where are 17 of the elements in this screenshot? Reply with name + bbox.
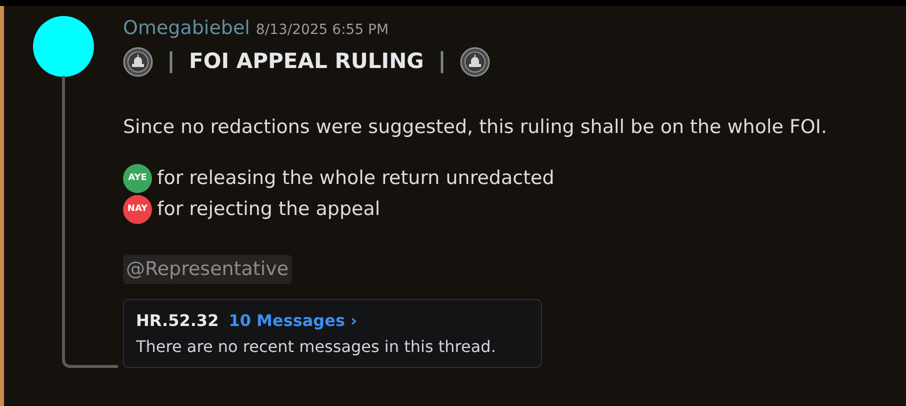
message-title: FOI APPEAL RULING bbox=[189, 48, 424, 75]
vote-emoji: AYE bbox=[123, 164, 152, 193]
thread-card[interactable]: HR.52.32 10 Messages › There are no recent messages in this thread. bbox=[123, 298, 542, 368]
message-count-link[interactable]: 10 Messages › bbox=[228, 310, 358, 330]
message-text: Since no redactions were suggested, this ruling shall be on the whole FOI. bbox=[123, 114, 828, 140]
vote-option-text: for rejecting the appeal bbox=[157, 197, 380, 222]
separator: | bbox=[438, 48, 446, 76]
vote-option-text: for releasing the whole return unredacted bbox=[157, 166, 554, 192]
seal-icon bbox=[123, 46, 153, 76]
vote-emoji: NAY bbox=[123, 195, 152, 224]
author-name[interactable]: Omegabiebel bbox=[123, 17, 250, 39]
timestamp: 8/13/2025 6:55 PM bbox=[256, 22, 389, 38]
seal-icon bbox=[460, 46, 490, 76]
separator: | bbox=[167, 48, 176, 76]
mention[interactable]: @Representative bbox=[123, 255, 292, 284]
thread-name: HR.52.32 bbox=[136, 310, 219, 330]
thread-preview-text: There are no recent messages in this thread. bbox=[136, 336, 497, 358]
